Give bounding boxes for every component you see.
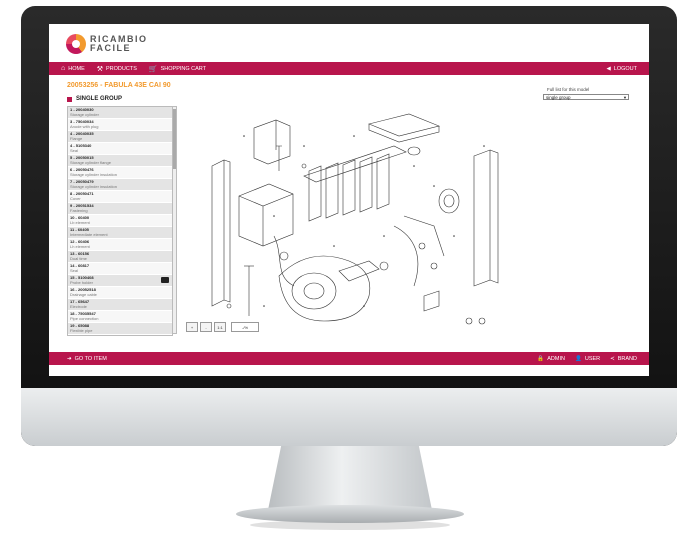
part-description: Anode with plug <box>70 124 99 129</box>
admin-label: ADMIN <box>547 355 565 362</box>
parts-list-item[interactable]: 5 - 20050015 Storage cylinder flange <box>68 155 172 167</box>
user-icon: 👤 <box>574 355 582 362</box>
parts-list-item[interactable]: 10 - 60400 Lb element <box>68 215 172 227</box>
parts-list-item[interactable]: 14 - 60817 Seal <box>68 263 172 275</box>
part-description: Seal <box>70 148 79 153</box>
chevron-down-icon: ▼ <box>623 95 627 100</box>
part-description: Probe holder <box>70 280 93 285</box>
parts-list-item[interactable]: 18 - 75035547 Pipe connection <box>68 311 172 323</box>
home-icon: ⌂ <box>61 65 66 72</box>
scrollbar-thumb[interactable] <box>173 109 176 169</box>
parts-list: 1 - 20040030 Storage cylinder 3 - 75040034… <box>67 106 173 336</box>
part-description: Intermediate element <box>70 232 108 237</box>
parts-list-item[interactable]: 6 - 20050476 Storage cylinder insulation <box>68 167 172 179</box>
camera-icon[interactable] <box>161 277 169 283</box>
part-description: Lh element <box>70 244 90 249</box>
brand-label: BRAND <box>617 355 637 362</box>
parts-list-item[interactable]: 15 - 5100408 Probe holder <box>68 275 172 287</box>
share-icon: ≺ <box>610 355 615 362</box>
part-description: Pipe connection <box>70 316 99 321</box>
parts-list-item[interactable]: 17 - 65647 Electrode <box>68 299 172 311</box>
part-description: Electrode <box>70 304 87 309</box>
monitor-stand-base <box>236 505 464 523</box>
part-description: Seal <box>70 268 79 273</box>
part-description: Drainage cable <box>70 292 97 297</box>
parts-scrollbar[interactable] <box>172 106 177 334</box>
nav-shopping-cart[interactable]: 🛒 SHOPPING CART <box>149 65 206 73</box>
part-description: Storage cylinder insulation <box>70 184 117 189</box>
admin-button[interactable]: 🔒 ADMIN <box>537 356 565 362</box>
part-description: Storage cylinder flange <box>70 160 111 165</box>
parts-list-item[interactable]: 8 - 20050471 Cover <box>68 191 172 203</box>
user-button[interactable]: 👤 USER <box>575 356 600 362</box>
parts-list-item[interactable]: 16 - 20052518 Drainage cable <box>68 287 172 299</box>
nav-cart-label: SHOPPING CART <box>160 65 207 72</box>
arrow-right-icon: ➜ <box>67 355 72 362</box>
lock-icon: 🔒 <box>537 355 545 362</box>
diagram-toolbar: + - 1:1 <box>186 322 226 332</box>
parts-list-item[interactable]: 4 - 20040035 Flange <box>68 131 172 143</box>
parts-list-item[interactable]: 11 - 60405 Intermediate element <box>68 227 172 239</box>
go-to-item-button[interactable]: ➜ GO TO ITEM <box>67 356 107 362</box>
zoom-in-button[interactable]: + <box>186 322 198 332</box>
part-description: Lb element <box>70 220 90 225</box>
top-navbar: ⌂ HOME ⚒ PRODUCTS 🛒 SHOPPING CART ◀ LOGO… <box>49 62 649 75</box>
group-title: SINGLE GROUP <box>76 96 123 102</box>
user-label: USER <box>584 355 601 362</box>
model-title: 20053256 - FABULA 43E CAI 90 <box>67 82 171 89</box>
group-select-value: single group <box>546 95 571 100</box>
group-select[interactable]: single group ▼ <box>543 94 629 100</box>
nav-home-label: HOME <box>68 65 85 72</box>
square-bullet-icon <box>67 96 72 102</box>
cart-icon: 🛒 <box>148 65 158 73</box>
parts-list-item[interactable]: 20 - 75006476Seal <box>68 335 172 336</box>
logo-line2: FACILE <box>90 43 132 53</box>
app-screen: RICAMBIO FACILE ⌂ HOME ⚒ PRODUCTS 🛒 SHOP… <box>49 24 649 376</box>
monitor-chin <box>21 388 677 446</box>
part-description: Flexible pipe <box>70 328 93 333</box>
parts-list-item[interactable]: 4 - 5105340 Seal <box>68 143 172 155</box>
part-description: Storage cylinder insulation <box>70 172 117 177</box>
brand-logo[interactable]: RICAMBIO FACILE <box>66 31 148 57</box>
part-code: 20 - 75006476 <box>70 335 172 336</box>
parts-list-item[interactable]: 19 - 65088 Flexible pipe <box>68 323 172 335</box>
nav-home[interactable]: ⌂ HOME <box>61 65 85 72</box>
exploded-diagram[interactable] <box>184 106 594 336</box>
logo-mark-icon <box>66 34 86 54</box>
full-list-link[interactable]: Full list for this model <box>547 87 589 92</box>
parts-list-item[interactable]: 3 - 75040034 Anode with plug <box>68 119 172 131</box>
monitor-stand <box>268 446 432 510</box>
parts-list-item[interactable]: 12 - 60406 Lh element <box>68 239 172 251</box>
go-to-item-label: GO TO ITEM <box>74 355 107 362</box>
part-description: Flange <box>70 136 83 141</box>
nav-logout[interactable]: ◀ LOGOUT <box>607 66 637 72</box>
zoom-out-button[interactable]: - <box>200 322 212 332</box>
nav-logout-label: LOGOUT <box>613 65 637 72</box>
bottom-bar: ➜ GO TO ITEM 🔒 ADMIN 👤 USER ≺ BRAND <box>49 352 649 365</box>
part-description: Storage cylinder <box>70 112 99 117</box>
brand-button[interactable]: ≺ BRAND <box>610 356 637 362</box>
parts-list-item[interactable]: 7 - 20050479 Storage cylinder insulation <box>68 179 172 191</box>
wrench-icon: ⚒ <box>96 65 104 73</box>
nav-products[interactable]: ⚒ PRODUCTS <box>97 65 137 73</box>
nav-products-label: PRODUCTS <box>106 65 137 72</box>
parts-list-item[interactable]: 9 - 20051534 Fastening <box>68 203 172 215</box>
parts-list-item[interactable]: 1 - 20040030 Storage cylinder <box>68 107 172 119</box>
logout-icon: ◀ <box>606 65 611 72</box>
part-description: Fastening <box>70 208 88 213</box>
group-header: SINGLE GROUP <box>67 96 122 102</box>
parts-list-item[interactable]: 13 - 60156 Dual time <box>68 251 172 263</box>
part-description: Dual time <box>70 256 87 261</box>
zoom-reset-button[interactable]: 1:1 <box>214 322 226 332</box>
zoom-level-field[interactable]: -/% <box>231 322 259 332</box>
part-description: Cover <box>70 196 81 201</box>
